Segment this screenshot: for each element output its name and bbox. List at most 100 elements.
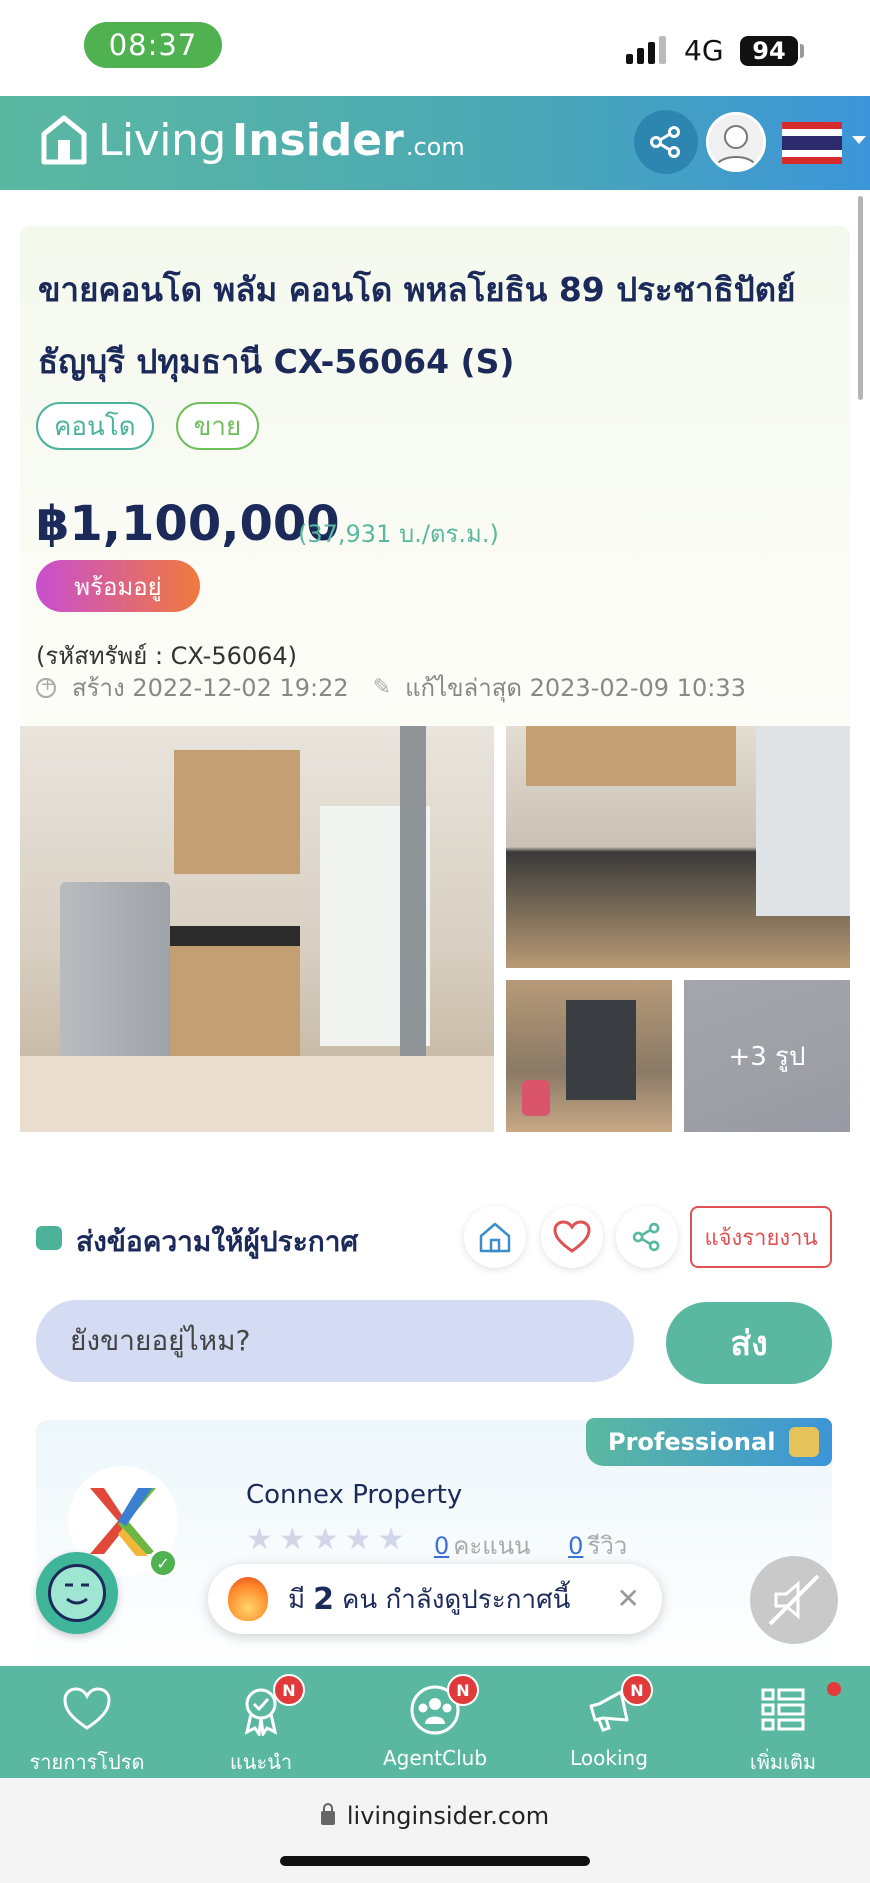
favorite-button[interactable] bbox=[541, 1206, 603, 1268]
chat-bubble-icon bbox=[36, 1226, 62, 1250]
heart-icon bbox=[553, 1220, 591, 1253]
rating-stars: ★ ★ ★ ★ ★ bbox=[246, 1522, 405, 1557]
report-button[interactable]: แจ้งรายงาน bbox=[690, 1206, 832, 1268]
nav-recommended[interactable]: N แนะนำ bbox=[174, 1666, 348, 1778]
contact-section: ส่งข้อความให้ผู้ประกาศ แจ้งรายงาน bbox=[36, 1206, 836, 1276]
star-icon: ★ bbox=[246, 1522, 273, 1557]
listing-price: ฿1,100,000 bbox=[36, 496, 340, 552]
user-avatar[interactable] bbox=[706, 112, 766, 172]
photo-bedroom-more[interactable]: +3 รูป bbox=[684, 980, 850, 1132]
trophy-icon bbox=[789, 1427, 820, 1457]
status-bar: 08:37 4G 94 bbox=[0, 0, 870, 96]
review-label: รีวิว bbox=[587, 1532, 628, 1560]
rating-label: คะแนน bbox=[453, 1532, 531, 1560]
photo-room[interactable] bbox=[506, 980, 672, 1132]
photo-countertop bbox=[170, 926, 300, 946]
mute-icon bbox=[768, 1574, 820, 1626]
nav-looking-label: Looking bbox=[570, 1746, 648, 1770]
agent-name[interactable]: Connex Property bbox=[246, 1480, 462, 1510]
nav-more-label: เพิ่มเติม bbox=[749, 1750, 817, 1774]
browser-url-bar[interactable]: livinginsider.com bbox=[0, 1778, 870, 1883]
star-icon: ★ bbox=[344, 1522, 372, 1557]
smile-face-icon bbox=[48, 1564, 106, 1622]
listing-title-line-2: ธัญบุรี ปทุมธานี CX-56064 (S) bbox=[38, 342, 515, 381]
more-photos-label: +3 รูป bbox=[684, 980, 850, 1132]
scrollbar-thumb[interactable] bbox=[858, 196, 863, 400]
photo-upper-cabinet-2 bbox=[526, 726, 736, 786]
nav-favorites[interactable]: รายการโปรด bbox=[0, 1666, 174, 1778]
award-icon: N bbox=[235, 1674, 305, 1739]
rating-summary: 0 คะแนน 0 รีวิว bbox=[434, 1526, 627, 1565]
battery-cap bbox=[800, 44, 804, 58]
pencil-icon: ✎ bbox=[372, 675, 392, 700]
list-icon bbox=[757, 1682, 841, 1736]
new-badge: N bbox=[273, 1674, 305, 1706]
new-badge: N bbox=[447, 1674, 479, 1706]
nav-recommended-label: แนะนำ bbox=[229, 1750, 293, 1774]
nav-agentclub[interactable]: N AgentClub bbox=[348, 1666, 522, 1778]
app-header: Living Insider .com bbox=[0, 96, 870, 190]
fire-icon bbox=[228, 1577, 268, 1621]
listing-dates: สร้าง 2022-12-02 19:22 ✎ แก้ไขล่าสุด 202… bbox=[36, 668, 746, 707]
photo-floor bbox=[20, 1056, 494, 1132]
nav-more[interactable]: เพิ่มเติม bbox=[696, 1666, 870, 1778]
share-icon bbox=[650, 126, 680, 158]
status-time: 08:37 bbox=[84, 22, 222, 68]
livinginsider-logo[interactable]: Living Insider .com bbox=[40, 114, 465, 166]
edited-date: แก้ไขล่าสุด 2023-02-09 10:33 bbox=[405, 674, 746, 702]
toast-prefix: มี bbox=[288, 1584, 306, 1615]
feedback-emoji-button[interactable] bbox=[36, 1552, 118, 1634]
new-badge: N bbox=[621, 1674, 653, 1706]
home-indicator[interactable] bbox=[280, 1856, 590, 1866]
user-avatar-icon bbox=[709, 115, 763, 169]
contact-heading: ส่งข้อความให้ผู้ประกาศ bbox=[76, 1225, 359, 1258]
share-icon bbox=[632, 1222, 660, 1252]
tag-condo[interactable]: คอนโด bbox=[36, 402, 154, 450]
message-input[interactable]: ยังขายอยู่ไหม? bbox=[36, 1300, 634, 1382]
photo-glass-door bbox=[566, 1000, 636, 1100]
home-icon bbox=[479, 1222, 511, 1253]
share-listing-button[interactable] bbox=[616, 1206, 678, 1268]
nav-favorites-label: รายการโปรด bbox=[29, 1750, 145, 1774]
star-icon: ★ bbox=[377, 1522, 405, 1557]
logo-text-living: Living bbox=[98, 114, 226, 166]
photo-upper-cabinet bbox=[174, 750, 300, 874]
url-text: livinginsider.com bbox=[346, 1802, 550, 1830]
photo-kitchen-counter[interactable] bbox=[506, 726, 850, 968]
viewer-count: 2 bbox=[313, 1581, 335, 1617]
toast-suffix: คน กำลังดูประกาศนี้ bbox=[342, 1584, 571, 1615]
photo-lower-cabinet bbox=[170, 946, 300, 1056]
lock-icon bbox=[320, 1803, 335, 1825]
thai-flag-icon[interactable] bbox=[782, 122, 842, 164]
listing-tags: คอนโด ขาย bbox=[36, 402, 260, 450]
nav-looking[interactable]: N Looking bbox=[522, 1666, 696, 1778]
logo-text-com: .com bbox=[405, 133, 465, 161]
listing-title: ขายคอนโด พลัม คอนโด พหลโยธิน 89 ประชาธิป… bbox=[38, 254, 848, 398]
star-icon: ★ bbox=[278, 1522, 306, 1557]
professional-badge: Professional bbox=[586, 1418, 832, 1466]
group-icon: N bbox=[409, 1674, 479, 1736]
signal-strength-icon bbox=[626, 34, 666, 64]
close-icon[interactable]: ✕ bbox=[617, 1582, 640, 1615]
url-display[interactable]: livinginsider.com bbox=[0, 1802, 870, 1830]
review-count-link[interactable]: 0 bbox=[568, 1532, 583, 1560]
heart-icon bbox=[63, 1687, 111, 1730]
network-type: 4G bbox=[684, 34, 724, 67]
notification-dot bbox=[827, 1682, 841, 1696]
header-share-button[interactable] bbox=[634, 110, 698, 174]
viewers-toast: มี 2 คน กำลังดูประกาศนี้ ✕ bbox=[208, 1564, 662, 1634]
ready-to-move-badge: พร้อมอยู่ bbox=[36, 560, 200, 612]
professional-badge-label: Professional bbox=[608, 1428, 776, 1456]
rating-count-link[interactable]: 0 bbox=[434, 1532, 449, 1560]
logo-text-insider: Insider bbox=[231, 114, 404, 166]
house-logo-icon bbox=[41, 115, 87, 165]
tag-sale[interactable]: ขาย bbox=[175, 402, 260, 450]
send-button[interactable]: ส่ง bbox=[666, 1302, 832, 1384]
photo-main-kitchen[interactable] bbox=[20, 726, 494, 1132]
list-drawing bbox=[761, 1688, 805, 1731]
smile-face-drawing bbox=[65, 1583, 89, 1605]
compare-home-button[interactable] bbox=[464, 1206, 526, 1268]
chevron-down-icon[interactable] bbox=[852, 136, 866, 144]
sound-mute-button[interactable] bbox=[750, 1556, 838, 1644]
listing-title-line-1: ขายคอนโด พลัม คอนโด พหลโยธิน 89 ประชาธิป… bbox=[38, 270, 796, 309]
